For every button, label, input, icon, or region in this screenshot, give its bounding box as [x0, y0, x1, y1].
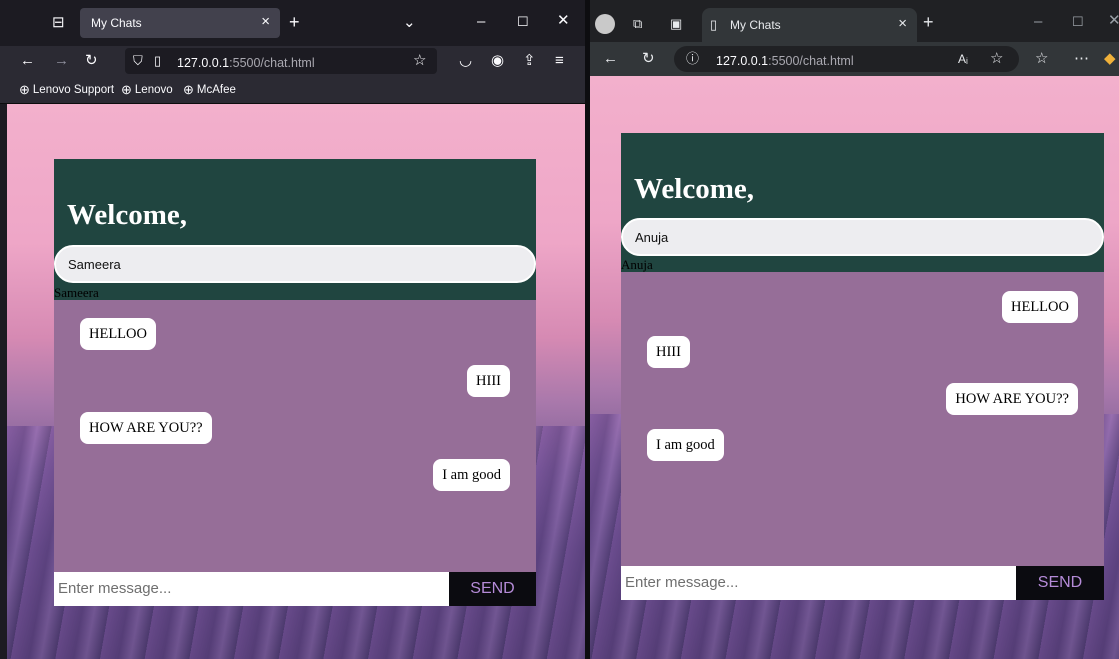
maximize-icon[interactable]: ☐	[517, 14, 529, 30]
messages-area: HELLOO HIII HOW ARE YOU?? I am good	[54, 300, 536, 572]
favorites-icon[interactable]: ☆	[1035, 51, 1048, 67]
bookmark-star-icon[interactable]: ☆	[413, 53, 426, 69]
url-path: :5500/chat.html	[229, 56, 315, 70]
forward-icon[interactable]: →	[54, 53, 69, 69]
minimize-icon[interactable]: –	[1034, 14, 1042, 30]
message-composer: Enter message... SEND	[54, 572, 536, 606]
new-tab-icon[interactable]: +	[923, 13, 934, 31]
pocket-icon[interactable]: ◡	[459, 53, 472, 69]
bookmark-lenovo-support[interactable]: ⊕ Lenovo Support	[19, 82, 114, 98]
minimize-icon[interactable]: –	[477, 14, 485, 30]
globe-icon: ⊕	[183, 82, 194, 97]
message-bubble: HOW ARE YOU??	[80, 412, 212, 444]
chat-header: Welcome, Anuja Anuja	[621, 133, 1104, 272]
globe-icon: ⊕	[19, 82, 30, 97]
tab-bar: ⊟ My Chats × + ⌄ – ☐ ✕	[0, 0, 587, 46]
bookmark-label: Lenovo	[134, 84, 173, 96]
reload-icon[interactable]: ↻	[85, 53, 98, 69]
chat-header: Welcome, Sameera Sameera	[54, 159, 536, 300]
close-window-icon[interactable]: ✕	[557, 13, 570, 29]
nav-bar: ← → ↻ ⛉ ▯ 127.0.0.1:5500/chat.html ☆ ◡ ◉…	[0, 46, 587, 76]
close-tab-icon[interactable]: ×	[261, 13, 270, 30]
message-input[interactable]: Enter message...	[621, 566, 1016, 600]
tab-actions-icon[interactable]: ▣	[670, 16, 682, 32]
message-bubble: I am good	[433, 459, 510, 491]
bookmark-lenovo[interactable]: ⊕ Lenovo	[121, 82, 173, 98]
bookmarks-toolbar: ⊕ Lenovo Support ⊕ Lenovo ⊕ McAfee	[0, 76, 587, 104]
close-window-icon[interactable]: ✕	[1108, 13, 1119, 29]
reload-icon[interactable]: ↻	[642, 51, 655, 67]
profile-avatar[interactable]	[595, 14, 615, 34]
bookmark-mcafee[interactable]: ⊕ McAfee	[183, 82, 236, 98]
message-bubble: HIII	[647, 336, 690, 368]
tab-my-chats[interactable]: ▯ My Chats ×	[702, 8, 917, 42]
bookmark-label: Lenovo Support	[32, 84, 115, 96]
message-composer: Enter message... SEND	[621, 566, 1104, 600]
page-icon[interactable]: ▯	[154, 53, 161, 69]
url-path: :5500/chat.html	[768, 54, 854, 68]
workspaces-icon[interactable]: ⧉	[633, 16, 642, 32]
tab-bar: ⧉ ▣ ▯ My Chats × + – ☐ ✕	[590, 0, 1119, 46]
page-icon: ▯	[710, 17, 718, 32]
message-bubble: I am good	[647, 429, 724, 461]
username-label: Sameera	[54, 285, 99, 300]
extensions-icon[interactable]: ⇪	[523, 53, 536, 69]
username-label: Anuja	[621, 257, 653, 272]
welcome-heading: Welcome,	[634, 173, 754, 205]
message-input[interactable]: Enter message...	[54, 572, 449, 606]
send-button[interactable]: SEND	[449, 572, 536, 606]
globe-icon: ⊕	[121, 82, 132, 97]
favorite-star-icon[interactable]: ☆	[990, 51, 1003, 67]
tab-my-chats[interactable]: My Chats ×	[80, 8, 280, 38]
chat-app: Welcome, Anuja Anuja HELLOO HIII HOW ARE…	[621, 133, 1104, 600]
address-bar[interactable]: ⛉ ▯ 127.0.0.1:5500/chat.html ☆	[125, 48, 437, 74]
read-aloud-icon[interactable]: Aᵢ	[958, 51, 968, 67]
firefox-window: ⊟ My Chats × + ⌄ – ☐ ✕ ← → ↻ ⛉ ▯ 127.0.0…	[0, 0, 587, 659]
list-tabs-chevron-icon[interactable]: ⌄	[403, 15, 416, 31]
menu-icon[interactable]: ≡	[555, 53, 564, 69]
shield-icon[interactable]: ⛉	[133, 53, 143, 69]
close-tab-icon[interactable]: ×	[898, 15, 907, 32]
page-viewport: Welcome, Sameera Sameera HELLOO HIII HOW…	[7, 104, 585, 659]
new-tab-icon[interactable]: +	[289, 13, 300, 31]
bookmark-label: McAfee	[196, 84, 236, 96]
welcome-heading: Welcome,	[67, 199, 187, 231]
maximize-icon[interactable]: ☐	[1072, 14, 1084, 30]
back-icon[interactable]: ←	[20, 53, 35, 69]
chat-app: Welcome, Sameera Sameera HELLOO HIII HOW…	[54, 159, 536, 606]
copilot-icon[interactable]: ◆	[1104, 51, 1116, 67]
tab-title: My Chats	[91, 16, 142, 30]
more-options-icon[interactable]: ⋯	[1074, 51, 1089, 67]
page-viewport: Welcome, Anuja Anuja HELLOO HIII HOW ARE…	[590, 76, 1119, 659]
message-bubble: HELLOO	[80, 318, 156, 350]
send-button[interactable]: SEND	[1016, 566, 1104, 600]
username-input[interactable]: Anuja	[621, 218, 1104, 256]
edge-window: ⧉ ▣ ▯ My Chats × + – ☐ ✕ ← ↻ ⓘ 127.0.0.1…	[590, 0, 1119, 659]
messages-area: HELLOO HIII HOW ARE YOU?? I am good	[621, 272, 1104, 566]
username-input[interactable]: Sameera	[54, 245, 536, 283]
tab-title: My Chats	[730, 18, 781, 32]
tab-overview-icon[interactable]: ⊟	[52, 15, 65, 31]
nav-bar: ← ↻ ⓘ 127.0.0.1:5500/chat.html Aᵢ ☆ ☆ ⋯ …	[590, 42, 1119, 76]
message-bubble: HELLOO	[1002, 291, 1078, 323]
url-host: 127.0.0.1	[177, 56, 230, 70]
message-bubble: HOW ARE YOU??	[946, 383, 1078, 415]
info-icon[interactable]: ⓘ	[686, 51, 699, 67]
url-host: 127.0.0.1	[716, 54, 769, 68]
address-bar[interactable]: ⓘ 127.0.0.1:5500/chat.html Aᵢ ☆	[674, 46, 1019, 72]
account-icon[interactable]: ◉	[491, 53, 504, 69]
back-icon[interactable]: ←	[603, 51, 618, 67]
message-bubble: HIII	[467, 365, 510, 397]
